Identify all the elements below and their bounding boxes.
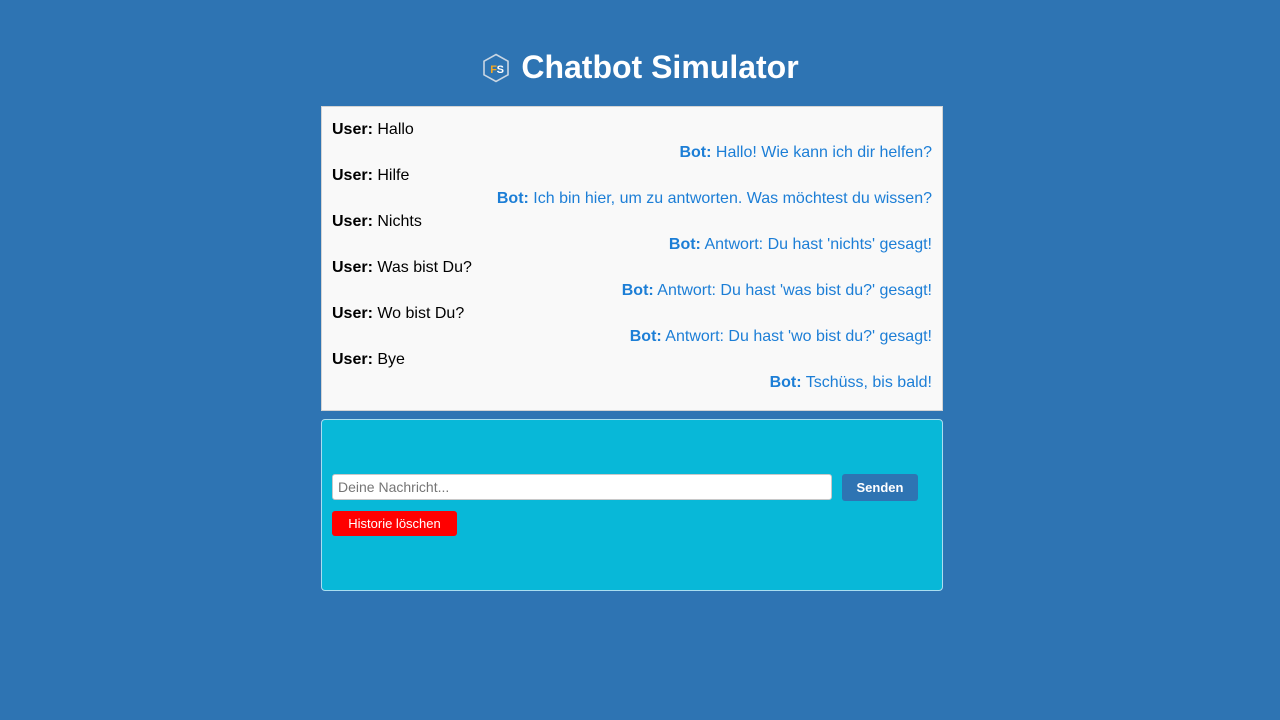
bot-message-text: Tschüss, bis bald! [805, 374, 932, 391]
user-message-text: Hallo [377, 121, 414, 138]
user-message: User: Hilfe [332, 164, 932, 187]
bot-message: Bot: Antwort: Du hast 'wo bist du?' gesa… [332, 325, 932, 348]
bot-message-text: Antwort: Du hast 'nichts' gesagt! [704, 236, 932, 253]
user-message: User: Nichts [332, 210, 932, 233]
user-speaker-label: User: [332, 305, 373, 322]
user-message: User: Hallo [332, 118, 932, 141]
bot-speaker-label: Bot: [769, 374, 802, 391]
bot-speaker-label: Bot: [629, 328, 662, 345]
bot-message-text: Ich bin hier, um zu antworten. Was möcht… [533, 190, 932, 207]
user-message: User: Wo bist Du? [332, 302, 932, 325]
bot-message: Bot: Ich bin hier, um zu antworten. Was … [332, 187, 932, 210]
bot-message-text: Antwort: Du hast 'wo bist du?' gesagt! [665, 328, 932, 345]
page-title: Chatbot Simulator [521, 49, 799, 85]
chat-history[interactable]: User: Hallo Bot: Hallo! Wie kann ich dir … [321, 106, 943, 411]
bot-speaker-label: Bot: [496, 190, 529, 207]
bot-message: Bot: Hallo! Wie kann ich dir helfen? [332, 141, 932, 164]
user-speaker-label: User: [332, 167, 373, 184]
user-message-text: Was bist Du? [377, 259, 472, 276]
user-message-text: Hilfe [377, 167, 410, 184]
bot-message-text: Hallo! Wie kann ich dir helfen? [715, 144, 932, 161]
bot-message-text: Antwort: Du hast 'was bist du?' gesagt! [657, 282, 932, 299]
user-message-text: Wo bist Du? [377, 305, 465, 322]
user-message: User: Bye [332, 348, 932, 371]
fs-logo-icon: F S [483, 53, 510, 83]
bot-message: Bot: Tschüss, bis bald! [332, 371, 932, 394]
logo-letter-s: S [497, 64, 504, 76]
user-speaker-label: User: [332, 351, 373, 368]
user-speaker-label: User: [332, 259, 373, 276]
bot-message: Bot: Antwort: Du hast 'was bist du?' ges… [332, 279, 932, 302]
clear-history-button[interactable]: Historie löschen [332, 511, 457, 536]
bot-speaker-label: Bot: [679, 144, 712, 161]
user-message-text: Nichts [377, 213, 422, 230]
user-message: User: Was bist Du? [332, 256, 932, 279]
message-input[interactable] [332, 474, 832, 500]
bot-message: Bot: Antwort: Du hast 'nichts' gesagt! [332, 233, 932, 256]
page-header: F S Chatbot Simulator [0, 47, 1280, 87]
bot-speaker-label: Bot: [668, 236, 701, 253]
controls-panel: Senden Historie löschen [321, 419, 943, 591]
user-speaker-label: User: [332, 213, 373, 230]
user-speaker-label: User: [332, 121, 373, 138]
user-message-text: Bye [377, 351, 405, 368]
send-button[interactable]: Senden [842, 474, 918, 501]
bot-speaker-label: Bot: [621, 282, 654, 299]
